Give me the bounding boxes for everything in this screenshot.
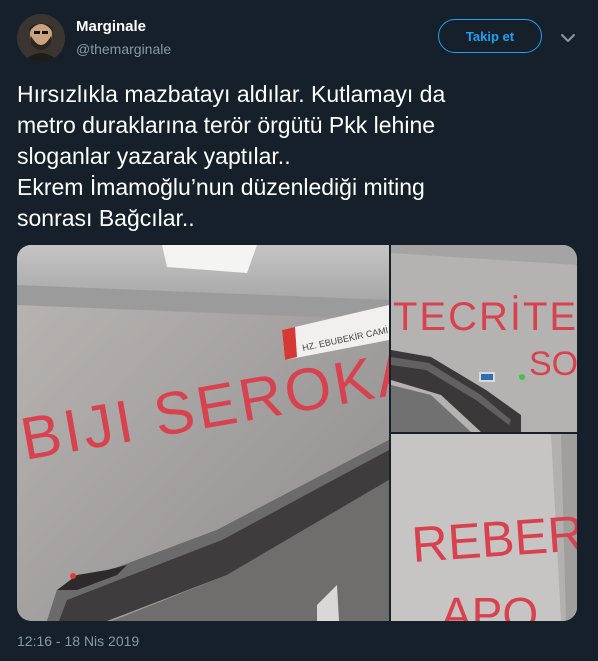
tweet-card: Marginale @themarginale Takip et Hırsızl… xyxy=(0,0,598,661)
graffiti-text: TECRİTE xyxy=(393,294,577,339)
tweet-text-line: Hırsızlıkla mazbatayı aldılar. Kutlamayı… xyxy=(17,81,446,107)
media-photo-graffiti-top[interactable]: TECRİTE SON xyxy=(391,245,577,432)
tweet-text-line: Ekrem İmamoğlu’nun düzenlediği miting xyxy=(17,174,425,200)
media-photo-graffiti-bottom[interactable]: REBER APO xyxy=(391,434,577,621)
display-name[interactable]: Marginale xyxy=(76,18,146,35)
tweet-text-line: sloganlar yazarak yaptılar.. xyxy=(17,143,291,169)
graffiti-text: SON xyxy=(529,345,577,383)
tweet-text-line: sonrası Bağcılar.. xyxy=(17,205,195,231)
avatar[interactable] xyxy=(17,14,65,62)
graffiti-text: APO xyxy=(441,588,538,621)
user-handle[interactable]: @themarginale xyxy=(76,41,171,57)
chevron-down-icon[interactable] xyxy=(558,28,578,48)
media-photo-escalator[interactable]: HZ. EBUBEKİR CAMİ BIJI SEROKA xyxy=(17,245,389,621)
tweet-timestamp[interactable]: 12:16 - 18 Nis 2019 xyxy=(17,633,139,649)
media-grid: HZ. EBUBEKİR CAMİ BIJI SEROKA TECRİTE SO… xyxy=(17,245,577,621)
follow-button[interactable]: Takip et xyxy=(438,19,542,53)
graffiti-text: REBER xyxy=(410,505,577,573)
tweet-text-line: metro duraklarına terör örgütü Pkk lehin… xyxy=(17,112,436,138)
tweet-text: Hırsızlıkla mazbatayı aldılar. Kutlamayı… xyxy=(17,79,582,234)
